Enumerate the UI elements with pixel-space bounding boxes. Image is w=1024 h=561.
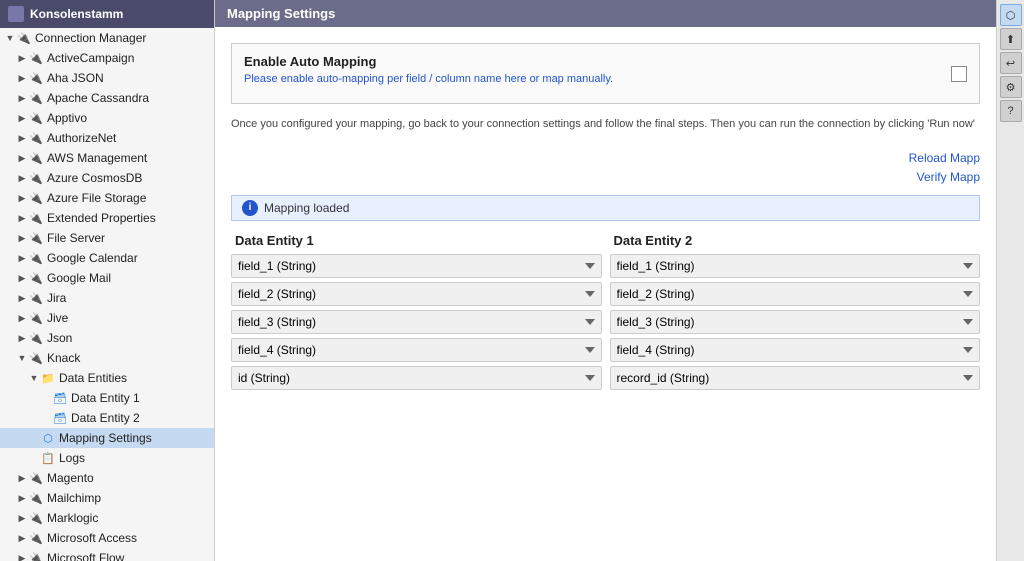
- sidebar-item-jira[interactable]: ▶ 🔌 Jira: [0, 288, 214, 308]
- sidebar-root: Konsolenstamm: [0, 0, 214, 28]
- sidebar-item-apache-cassandra[interactable]: ▶ 🔌 Apache Cassandra: [0, 88, 214, 108]
- entity1-header: Data Entity 1: [231, 233, 602, 248]
- cassandra-icon: 🔌: [28, 90, 44, 106]
- auto-mapping-section: Enable Auto Mapping Please enable auto-m…: [231, 43, 980, 104]
- knack-icon: 🔌: [28, 350, 44, 366]
- mapping-row-2: field_3 (String) field_3 (String): [231, 310, 980, 334]
- main-content: Enable Auto Mapping Please enable auto-m…: [215, 27, 996, 561]
- sidebar-item-apptivo[interactable]: ▶ 🔌 Apptivo: [0, 108, 214, 128]
- sidebar-item-magento[interactable]: ▶ 🔌 Magento: [0, 468, 214, 488]
- mapping-row-0: field_1 (String) field_1 (String): [231, 254, 980, 278]
- info-text: Once you configured your mapping, go bac…: [231, 116, 980, 133]
- entity1-field-0[interactable]: field_1 (String): [231, 254, 602, 278]
- json-icon: 🔌: [28, 330, 44, 346]
- main-panel: Mapping Settings Enable Auto Mapping Ple…: [215, 0, 996, 561]
- mapping-loaded-label: Mapping loaded: [264, 201, 349, 215]
- main-titlebar: Mapping Settings: [215, 0, 996, 27]
- file-server-icon: 🔌: [28, 230, 44, 246]
- sidebar-item-data-entity-1[interactable]: 🗃 Data Entity 1: [0, 388, 214, 408]
- jive-icon: 🔌: [28, 310, 44, 326]
- sidebar: Konsolenstamm ▼ 🔌 Connection Manager ▶ 🔌…: [0, 0, 215, 561]
- sidebar-item-data-entity-2[interactable]: 🗃 Data Entity 2: [0, 408, 214, 428]
- entity2-field-2[interactable]: field_3 (String): [610, 310, 981, 334]
- sidebar-item-extended-props[interactable]: ▶ 🔌 Extended Properties: [0, 208, 214, 228]
- entity2-field-3[interactable]: field_4 (String): [610, 338, 981, 362]
- sidebar-item-json[interactable]: ▶ 🔌 Json: [0, 328, 214, 348]
- mapping-headers: Data Entity 1 Data Entity 2: [231, 233, 980, 248]
- auto-map-subtitle: Please enable auto-mapping per field / c…: [244, 73, 613, 85]
- sidebar-item-azure-cosmos[interactable]: ▶ 🔌 Azure CosmosDB: [0, 168, 214, 188]
- sidebar-item-aws[interactable]: ▶ 🔌 AWS Management: [0, 148, 214, 168]
- entity2-field-4[interactable]: record_id (String): [610, 366, 981, 390]
- right-btn-upload[interactable]: ⬆: [1000, 28, 1022, 50]
- authorizenet-icon: 🔌: [28, 130, 44, 146]
- mapping-settings-icon: ⬡: [40, 430, 56, 446]
- sidebar-item-marklogic[interactable]: ▶ 🔌 Marklogic: [0, 508, 214, 528]
- reload-mapping-link[interactable]: Reload Mapp: [231, 149, 980, 168]
- magento-icon: 🔌: [28, 470, 44, 486]
- right-btn-settings[interactable]: ⚙: [1000, 76, 1022, 98]
- mapping-row-4: id (String) record_id (String): [231, 366, 980, 390]
- right-btn-help[interactable]: ?: [1000, 100, 1022, 122]
- logs-icon: 📋: [40, 450, 56, 466]
- aws-icon: 🔌: [28, 150, 44, 166]
- sidebar-item-logs[interactable]: 📋 Logs: [0, 448, 214, 468]
- mapping-loaded-bar: i Mapping loaded: [231, 195, 980, 221]
- sidebar-item-connection-manager[interactable]: ▼ 🔌 Connection Manager: [0, 28, 214, 48]
- sidebar-item-data-entities[interactable]: ▼ 📁 Data Entities: [0, 368, 214, 388]
- root-icon: [8, 6, 24, 22]
- entity1-field-3[interactable]: field_4 (String): [231, 338, 602, 362]
- mailchimp-icon: 🔌: [28, 490, 44, 506]
- auto-map-title: Enable Auto Mapping: [244, 54, 613, 69]
- data-entities-icon: 📁: [40, 370, 56, 386]
- sidebar-item-ahajson[interactable]: ▶ 🔌 Aha JSON: [0, 68, 214, 88]
- sidebar-item-azure-file[interactable]: ▶ 🔌 Azure File Storage: [0, 188, 214, 208]
- activecampaign-icon: 🔌: [28, 50, 44, 66]
- sidebar-item-jive[interactable]: ▶ 🔌 Jive: [0, 308, 214, 328]
- mapping-row-1: field_2 (String) field_2 (String): [231, 282, 980, 306]
- verify-mapping-link[interactable]: Verify Mapp: [231, 168, 980, 187]
- extended-props-icon: 🔌: [28, 210, 44, 226]
- entity1-field-1[interactable]: field_2 (String): [231, 282, 602, 306]
- auto-map-checkbox[interactable]: [951, 66, 967, 82]
- entity2-field-1[interactable]: field_2 (String): [610, 282, 981, 306]
- azure-file-icon: 🔌: [28, 190, 44, 206]
- sidebar-item-knack[interactable]: ▼ 🔌 Knack: [0, 348, 214, 368]
- right-panel: ⬡ ⬆ ↩ ⚙ ?: [996, 0, 1024, 561]
- sidebar-item-mailchimp[interactable]: ▶ 🔌 Mailchimp: [0, 488, 214, 508]
- sidebar-item-activecampaign[interactable]: ▶ 🔌 ActiveCampaign: [0, 48, 214, 68]
- entity1-field-2[interactable]: field_3 (String): [231, 310, 602, 334]
- ms-access-icon: 🔌: [28, 530, 44, 546]
- arrow-connection-manager: ▼: [4, 33, 16, 43]
- sidebar-item-ms-flow[interactable]: ▶ 🔌 Microsoft Flow: [0, 548, 214, 561]
- info-icon: i: [242, 200, 258, 216]
- sidebar-item-google-calendar[interactable]: ▶ 🔌 Google Calendar: [0, 248, 214, 268]
- ms-flow-icon: 🔌: [28, 550, 44, 561]
- sidebar-item-ms-access[interactable]: ▶ 🔌 Microsoft Access: [0, 528, 214, 548]
- data-entity-1-icon: 🗃: [52, 390, 68, 406]
- entity2-header: Data Entity 2: [610, 233, 981, 248]
- right-btn-map[interactable]: ⬡: [1000, 4, 1022, 26]
- sidebar-item-mapping-settings[interactable]: ⬡ Mapping Settings: [0, 428, 214, 448]
- entity1-field-4[interactable]: id (String): [231, 366, 602, 390]
- main-title: Mapping Settings: [227, 6, 335, 21]
- entity2-field-0[interactable]: field_1 (String): [610, 254, 981, 278]
- marklogic-icon: 🔌: [28, 510, 44, 526]
- right-btn-undo[interactable]: ↩: [1000, 52, 1022, 74]
- ahajson-icon: 🔌: [28, 70, 44, 86]
- connection-manager-icon: 🔌: [16, 30, 32, 46]
- connection-manager-label: Connection Manager: [35, 31, 146, 45]
- sidebar-item-authorizenet[interactable]: ▶ 🔌 AuthorizeNet: [0, 128, 214, 148]
- reload-verify-links: Reload Mapp Verify Mapp: [231, 149, 980, 187]
- sidebar-root-label: Konsolenstamm: [30, 7, 123, 21]
- google-calendar-icon: 🔌: [28, 250, 44, 266]
- mapping-row-3: field_4 (String) field_4 (String): [231, 338, 980, 362]
- sidebar-item-file-server[interactable]: ▶ 🔌 File Server: [0, 228, 214, 248]
- google-mail-icon: 🔌: [28, 270, 44, 286]
- apptivo-icon: 🔌: [28, 110, 44, 126]
- sidebar-item-google-mail[interactable]: ▶ 🔌 Google Mail: [0, 268, 214, 288]
- azure-cosmos-icon: 🔌: [28, 170, 44, 186]
- data-entity-2-icon: 🗃: [52, 410, 68, 426]
- jira-icon: 🔌: [28, 290, 44, 306]
